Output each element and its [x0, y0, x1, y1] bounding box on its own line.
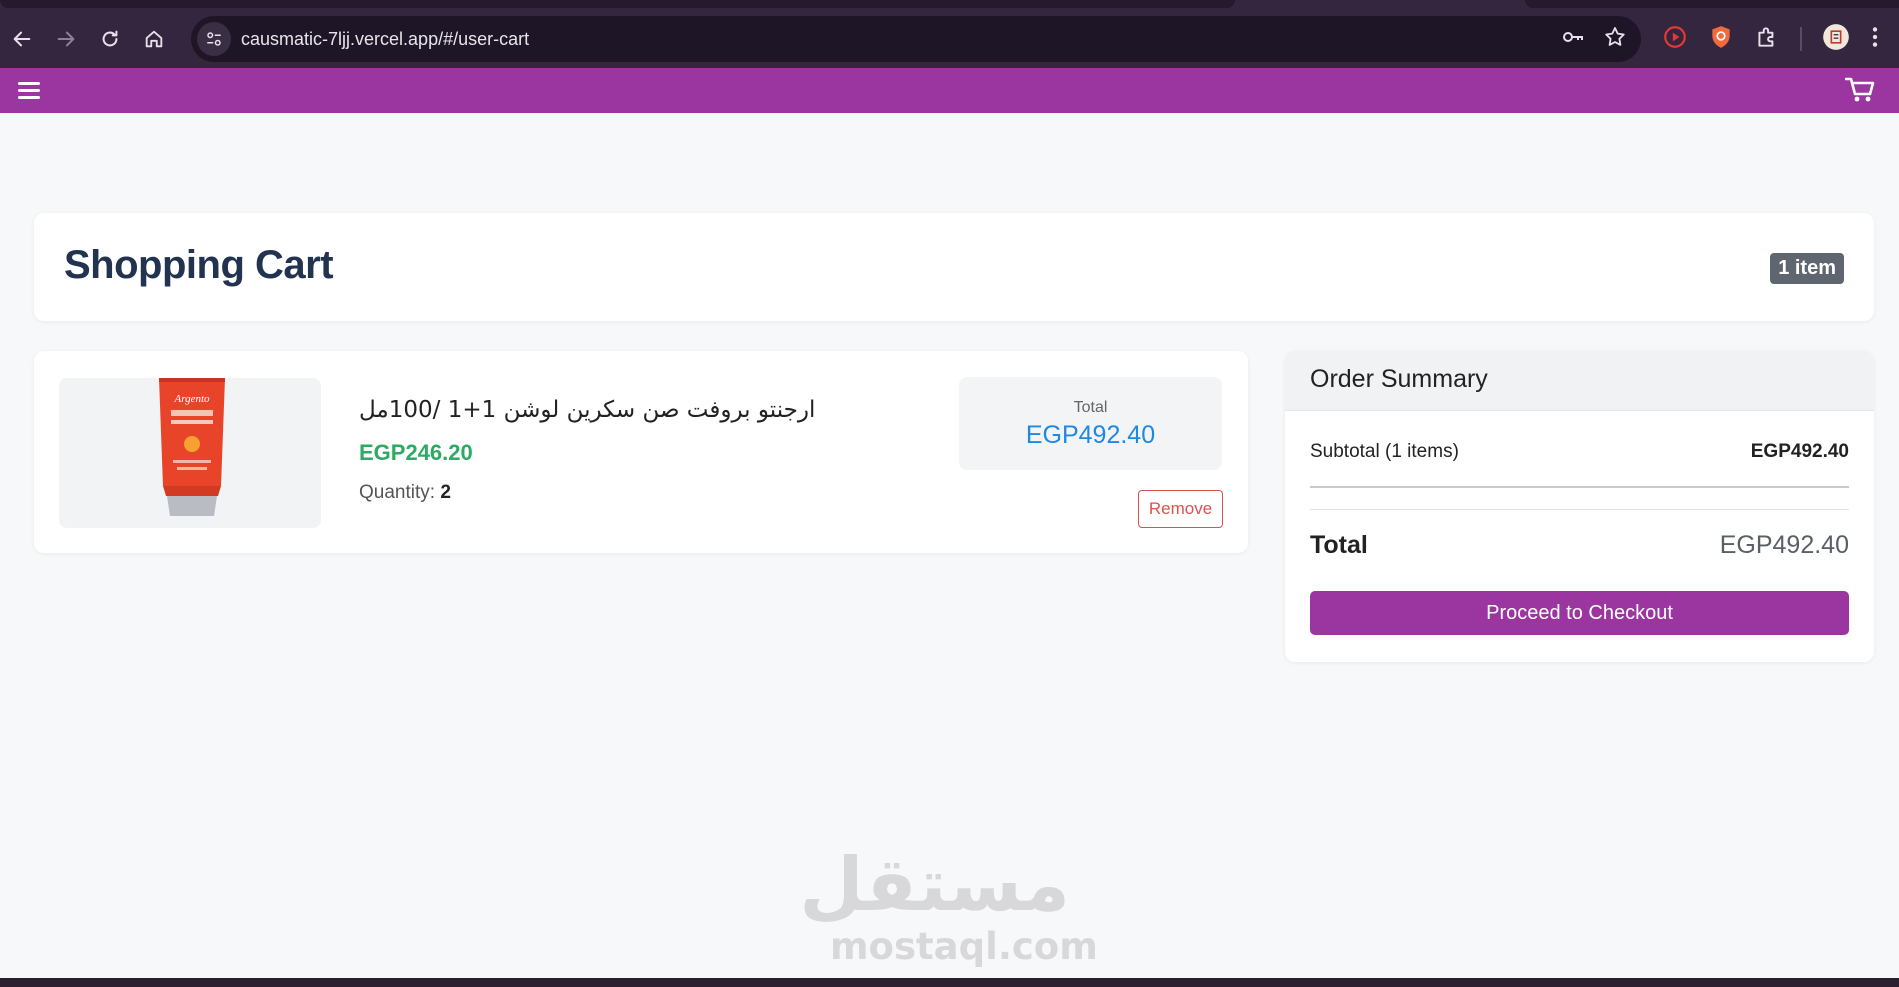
- order-total-row: Total EGP492.40: [1310, 531, 1849, 560]
- item-total-value: EGP492.40: [1025, 421, 1156, 449]
- cart-title-card: Shopping Cart 1 item: [34, 213, 1874, 321]
- password-key-icon[interactable]: [1561, 25, 1585, 54]
- more-menu-icon[interactable]: [1870, 24, 1880, 55]
- active-tab[interactable]: [0, 0, 1235, 8]
- inactive-tab[interactable]: [1525, 0, 1899, 8]
- reload-icon[interactable]: [88, 17, 132, 61]
- product-image[interactable]: Argento: [59, 378, 321, 528]
- order-summary-title: Order Summary: [1285, 351, 1874, 411]
- back-icon[interactable]: [0, 17, 44, 61]
- address-bar[interactable]: causmatic-7ljj.vercel.app/#/user-cart: [191, 16, 1641, 62]
- hamburger-menu-icon[interactable]: [18, 79, 42, 101]
- url-text[interactable]: causmatic-7ljj.vercel.app/#/user-cart: [241, 29, 529, 50]
- extension-record-icon[interactable]: [1662, 24, 1688, 55]
- order-total-label: Total: [1310, 531, 1368, 559]
- proceed-to-checkout-button[interactable]: Proceed to Checkout: [1310, 591, 1849, 635]
- product-name[interactable]: ارجنتو بروفت صن سكرين لوشن 1+1 /100مل: [359, 397, 815, 423]
- forward-icon[interactable]: [44, 17, 88, 61]
- quantity-label: Quantity:: [359, 482, 436, 503]
- product-unit-price: EGP246.20: [359, 440, 473, 465]
- shopping-cart-icon[interactable]: [1844, 76, 1875, 104]
- extensions-puzzle-icon[interactable]: [1754, 24, 1780, 55]
- page-title: Shopping Cart: [64, 243, 334, 287]
- order-total-value: EGP492.40: [1719, 531, 1849, 559]
- taskbar-edge: [0, 978, 1899, 987]
- remove-item-button[interactable]: Remove: [1138, 490, 1223, 528]
- subtotal-label: Subtotal (1 items): [1310, 441, 1459, 462]
- site-info-icon[interactable]: [197, 22, 231, 56]
- subtotal-row: Subtotal (1 items) EGP492.40: [1310, 441, 1849, 463]
- watermark-logo-latin: mostaql.com: [830, 925, 1098, 968]
- product-image-brand: Argento: [173, 393, 210, 405]
- tab-strip: [0, 0, 1899, 10]
- cart-item-card: Argento ارجنتو بروفت صن سكرين لوشن 1+1 /…: [34, 351, 1248, 553]
- home-icon[interactable]: [132, 17, 176, 61]
- summary-divider: [1310, 509, 1849, 510]
- watermark-logo-arabic: مستقل: [799, 842, 1070, 928]
- browser-toolbar: causmatic-7ljj.vercel.app/#/user-cart: [0, 10, 1899, 68]
- profile-avatar-icon[interactable]: [1822, 23, 1850, 56]
- quantity-value: 2: [440, 482, 451, 503]
- order-summary-card: Order Summary Subtotal (1 items) EGP492.…: [1285, 351, 1874, 662]
- app-header: [0, 68, 1899, 113]
- subtotal-value: EGP492.40: [1750, 441, 1849, 462]
- toolbar-divider: [1800, 27, 1802, 51]
- item-total-label: Total: [1073, 399, 1108, 416]
- item-total-box: Total EGP492.40: [959, 377, 1222, 470]
- extension-shield-icon[interactable]: [1708, 24, 1734, 55]
- summary-divider: [1310, 486, 1849, 488]
- product-quantity: Quantity: 2: [359, 482, 451, 504]
- item-count-badge: 1 item: [1770, 253, 1844, 284]
- bookmark-star-icon[interactable]: [1603, 25, 1627, 54]
